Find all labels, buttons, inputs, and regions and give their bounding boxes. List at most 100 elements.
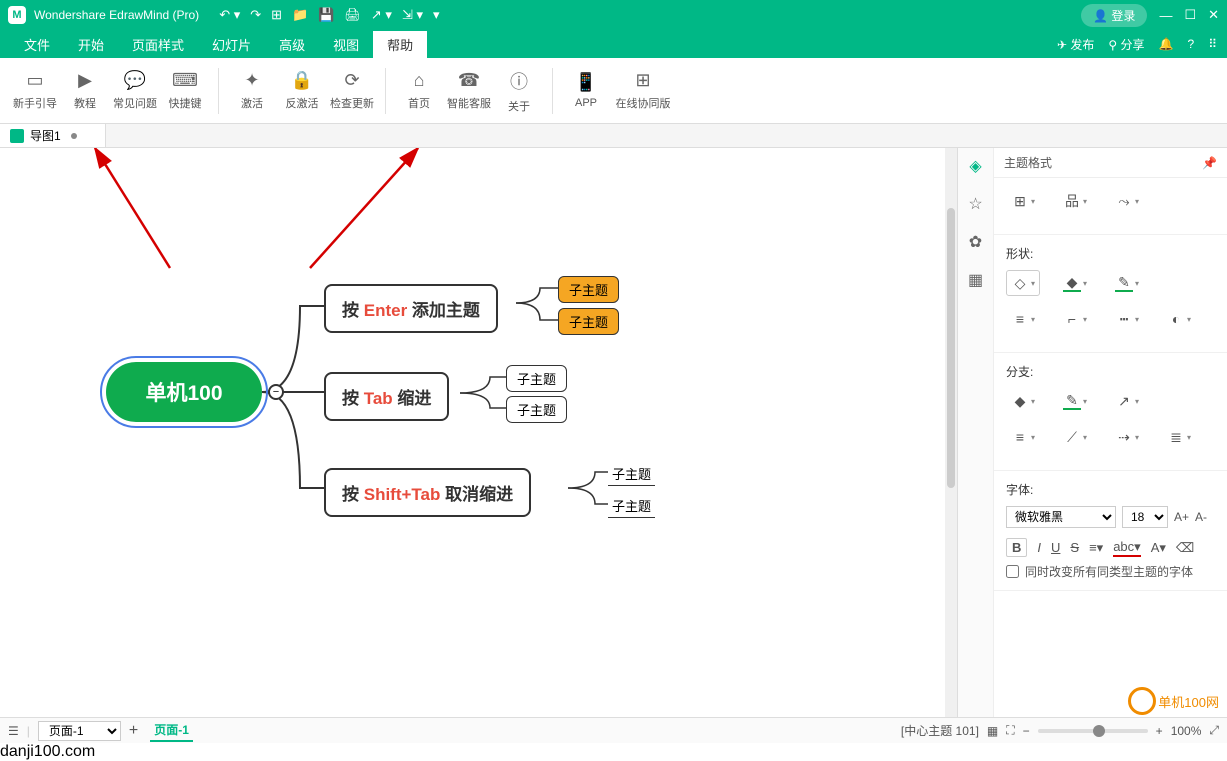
border-color[interactable]: ✎▾ — [1110, 270, 1144, 296]
font-smaller[interactable]: A- — [1195, 510, 1207, 524]
branch-fill[interactable]: ◆▾ — [1006, 388, 1040, 414]
branch-end[interactable]: ≣▾ — [1162, 424, 1196, 450]
mindmap-subtopic[interactable]: 子主题 — [558, 276, 619, 303]
menu-help[interactable]: 帮助 — [373, 31, 427, 58]
align-button[interactable]: ≡▾ — [1089, 540, 1103, 556]
ribbon-support[interactable]: ☎智能客服 — [444, 68, 494, 114]
font-family-select[interactable]: 微软雅黑 — [1006, 506, 1116, 528]
font-size-select[interactable]: 18 — [1122, 506, 1168, 528]
strike-button[interactable]: S — [1070, 540, 1079, 555]
notification-icon[interactable]: 🔔 — [1159, 37, 1174, 51]
zoom-value[interactable]: 100% — [1171, 724, 1202, 738]
ribbon-faq[interactable]: 💬常见问题 — [110, 70, 160, 111]
qat-more[interactable]: ▾ — [433, 7, 440, 23]
font-section-title: 字体: — [1006, 481, 1215, 498]
mindmap-node-tab[interactable]: 按 Tab 缩进 — [324, 372, 449, 421]
page-tab[interactable]: 页面-1 — [150, 719, 193, 742]
share-button[interactable]: ⚲ 分享 — [1108, 36, 1144, 53]
ribbon-deactivate[interactable]: 🔒反激活 — [277, 70, 327, 111]
zoom-in[interactable]: + — [1156, 724, 1163, 738]
ribbon-guide[interactable]: ▭新手引导 — [10, 70, 60, 111]
side-tab-calendar[interactable]: ▦ — [968, 270, 983, 290]
outline-toggle[interactable]: ☰ — [8, 724, 19, 738]
qat-undo[interactable]: ↶ ▾ — [219, 7, 240, 23]
text-color-button[interactable]: abc▾ — [1113, 539, 1141, 557]
side-tab-star[interactable]: ☆ — [968, 194, 982, 214]
dash-style[interactable]: ┅▾ — [1110, 306, 1144, 332]
apply-all-checkbox[interactable] — [1006, 565, 1019, 578]
mindmap-node-enter[interactable]: 按 Enter 添加主题 — [324, 284, 498, 333]
collapse-toggle[interactable]: − — [268, 384, 284, 400]
ribbon-shortcuts[interactable]: ⌨快捷键 — [160, 70, 210, 111]
ribbon-app[interactable]: 📱APP — [561, 70, 611, 111]
minimize-button[interactable]: — — [1159, 8, 1172, 23]
qat-redo[interactable]: ↷ — [250, 7, 261, 23]
qat-share[interactable]: ⇲ ▾ — [402, 7, 423, 23]
corner-style[interactable]: ⌐▾ — [1058, 306, 1092, 332]
help-icon[interactable]: ? — [1188, 37, 1195, 51]
watermark-url: danji100.com — [0, 743, 1227, 761]
mindmap-root-node[interactable]: 单机100 — [106, 362, 262, 422]
shadow[interactable]: ◐▾ — [1162, 306, 1196, 332]
fill-color[interactable]: ◆▾ — [1058, 270, 1092, 296]
menu-slideshow[interactable]: 幻灯片 — [198, 31, 265, 58]
panel-pin-icon[interactable]: 📌 — [1202, 156, 1217, 170]
add-page[interactable]: + — [129, 722, 138, 740]
mindmap-subtopic[interactable]: 子主题 — [506, 365, 567, 392]
document-tab[interactable]: 导图1 — [0, 124, 106, 147]
side-tab-clover[interactable]: ✿ — [969, 232, 982, 252]
branch-arrow[interactable]: ↗▾ — [1110, 388, 1144, 414]
branch-dash[interactable]: ⇢▾ — [1110, 424, 1144, 450]
maximize-button[interactable]: ☐ — [1184, 7, 1196, 23]
menu-view[interactable]: 视图 — [319, 31, 373, 58]
ribbon-tutorial[interactable]: ▶教程 — [60, 70, 110, 111]
publish-button[interactable]: ✈ 发布 — [1057, 36, 1094, 53]
canvas[interactable]: 单机100 − 按 Enter 添加主题 子主题 子主题 按 Tab 缩进 子主… — [0, 148, 957, 717]
mindmap-subtopic[interactable]: 子主题 — [506, 396, 567, 423]
view-fit[interactable]: ⛶ — [1006, 723, 1014, 738]
mindmap-node-shift-tab[interactable]: 按 Shift+Tab 取消缩进 — [324, 468, 531, 517]
qat-new[interactable]: ⊞ — [271, 7, 282, 23]
close-button[interactable]: ✕ — [1208, 7, 1219, 23]
zoom-out[interactable]: − — [1023, 724, 1030, 738]
shape-style[interactable]: ◇▾ — [1006, 270, 1040, 296]
qat-open[interactable]: 📁 — [292, 7, 308, 23]
qat-print[interactable]: 🖨 — [344, 7, 361, 23]
ribbon-home[interactable]: ⌂首页 — [394, 68, 444, 114]
apps-icon[interactable]: ⠿ — [1208, 37, 1217, 51]
highlight-button[interactable]: A▾ — [1151, 540, 1166, 556]
font-bigger[interactable]: A+ — [1174, 510, 1189, 524]
ribbon-update[interactable]: ⟳检查更新 — [327, 70, 377, 111]
branch-color[interactable]: ✎▾ — [1058, 388, 1092, 414]
menu-home[interactable]: 开始 — [64, 31, 118, 58]
clear-format-button[interactable]: ⌫ — [1176, 540, 1194, 556]
bold-button[interactable]: B — [1006, 538, 1027, 557]
underline-button[interactable]: U — [1051, 540, 1060, 555]
connector-button[interactable]: ⤳▾ — [1110, 188, 1144, 214]
italic-button[interactable]: I — [1037, 540, 1041, 555]
menu-page-style[interactable]: 页面样式 — [118, 31, 198, 58]
zoom-slider[interactable] — [1038, 729, 1148, 733]
menu-advanced[interactable]: 高级 — [265, 31, 319, 58]
view-grid[interactable]: ▦ — [987, 724, 998, 738]
mindmap-subtopic[interactable]: 子主题 — [608, 464, 655, 486]
ribbon-activate[interactable]: ✦激活 — [227, 70, 277, 111]
menu-file[interactable]: 文件 — [10, 31, 64, 58]
ribbon-collab[interactable]: ⊞在线协同版 — [611, 70, 675, 111]
mindmap-subtopic[interactable]: 子主题 — [558, 308, 619, 335]
layout-button[interactable]: ⊞▾ — [1006, 188, 1040, 214]
side-tab-style[interactable]: ◈ — [969, 156, 981, 176]
page-select[interactable]: 页面-1 — [38, 721, 121, 741]
qat-export[interactable]: ↗ ▾ — [371, 7, 392, 23]
line-weight[interactable]: ≡▾ — [1006, 306, 1040, 332]
branch-curve[interactable]: ⟋▾ — [1058, 424, 1092, 450]
structure-button[interactable]: 品▾ — [1058, 188, 1092, 214]
vertical-scrollbar[interactable] — [945, 148, 957, 717]
qat-save[interactable]: 💾 — [318, 7, 334, 23]
login-button[interactable]: 👤 登录 — [1081, 4, 1147, 27]
mindmap-subtopic[interactable]: 子主题 — [608, 496, 655, 518]
fullscreen[interactable]: ⤢ — [1209, 723, 1219, 738]
branch-weight[interactable]: ≡▾ — [1006, 424, 1040, 450]
branch-section-title: 分支: — [1006, 363, 1215, 380]
ribbon-about[interactable]: ⓘ关于 — [494, 68, 544, 114]
